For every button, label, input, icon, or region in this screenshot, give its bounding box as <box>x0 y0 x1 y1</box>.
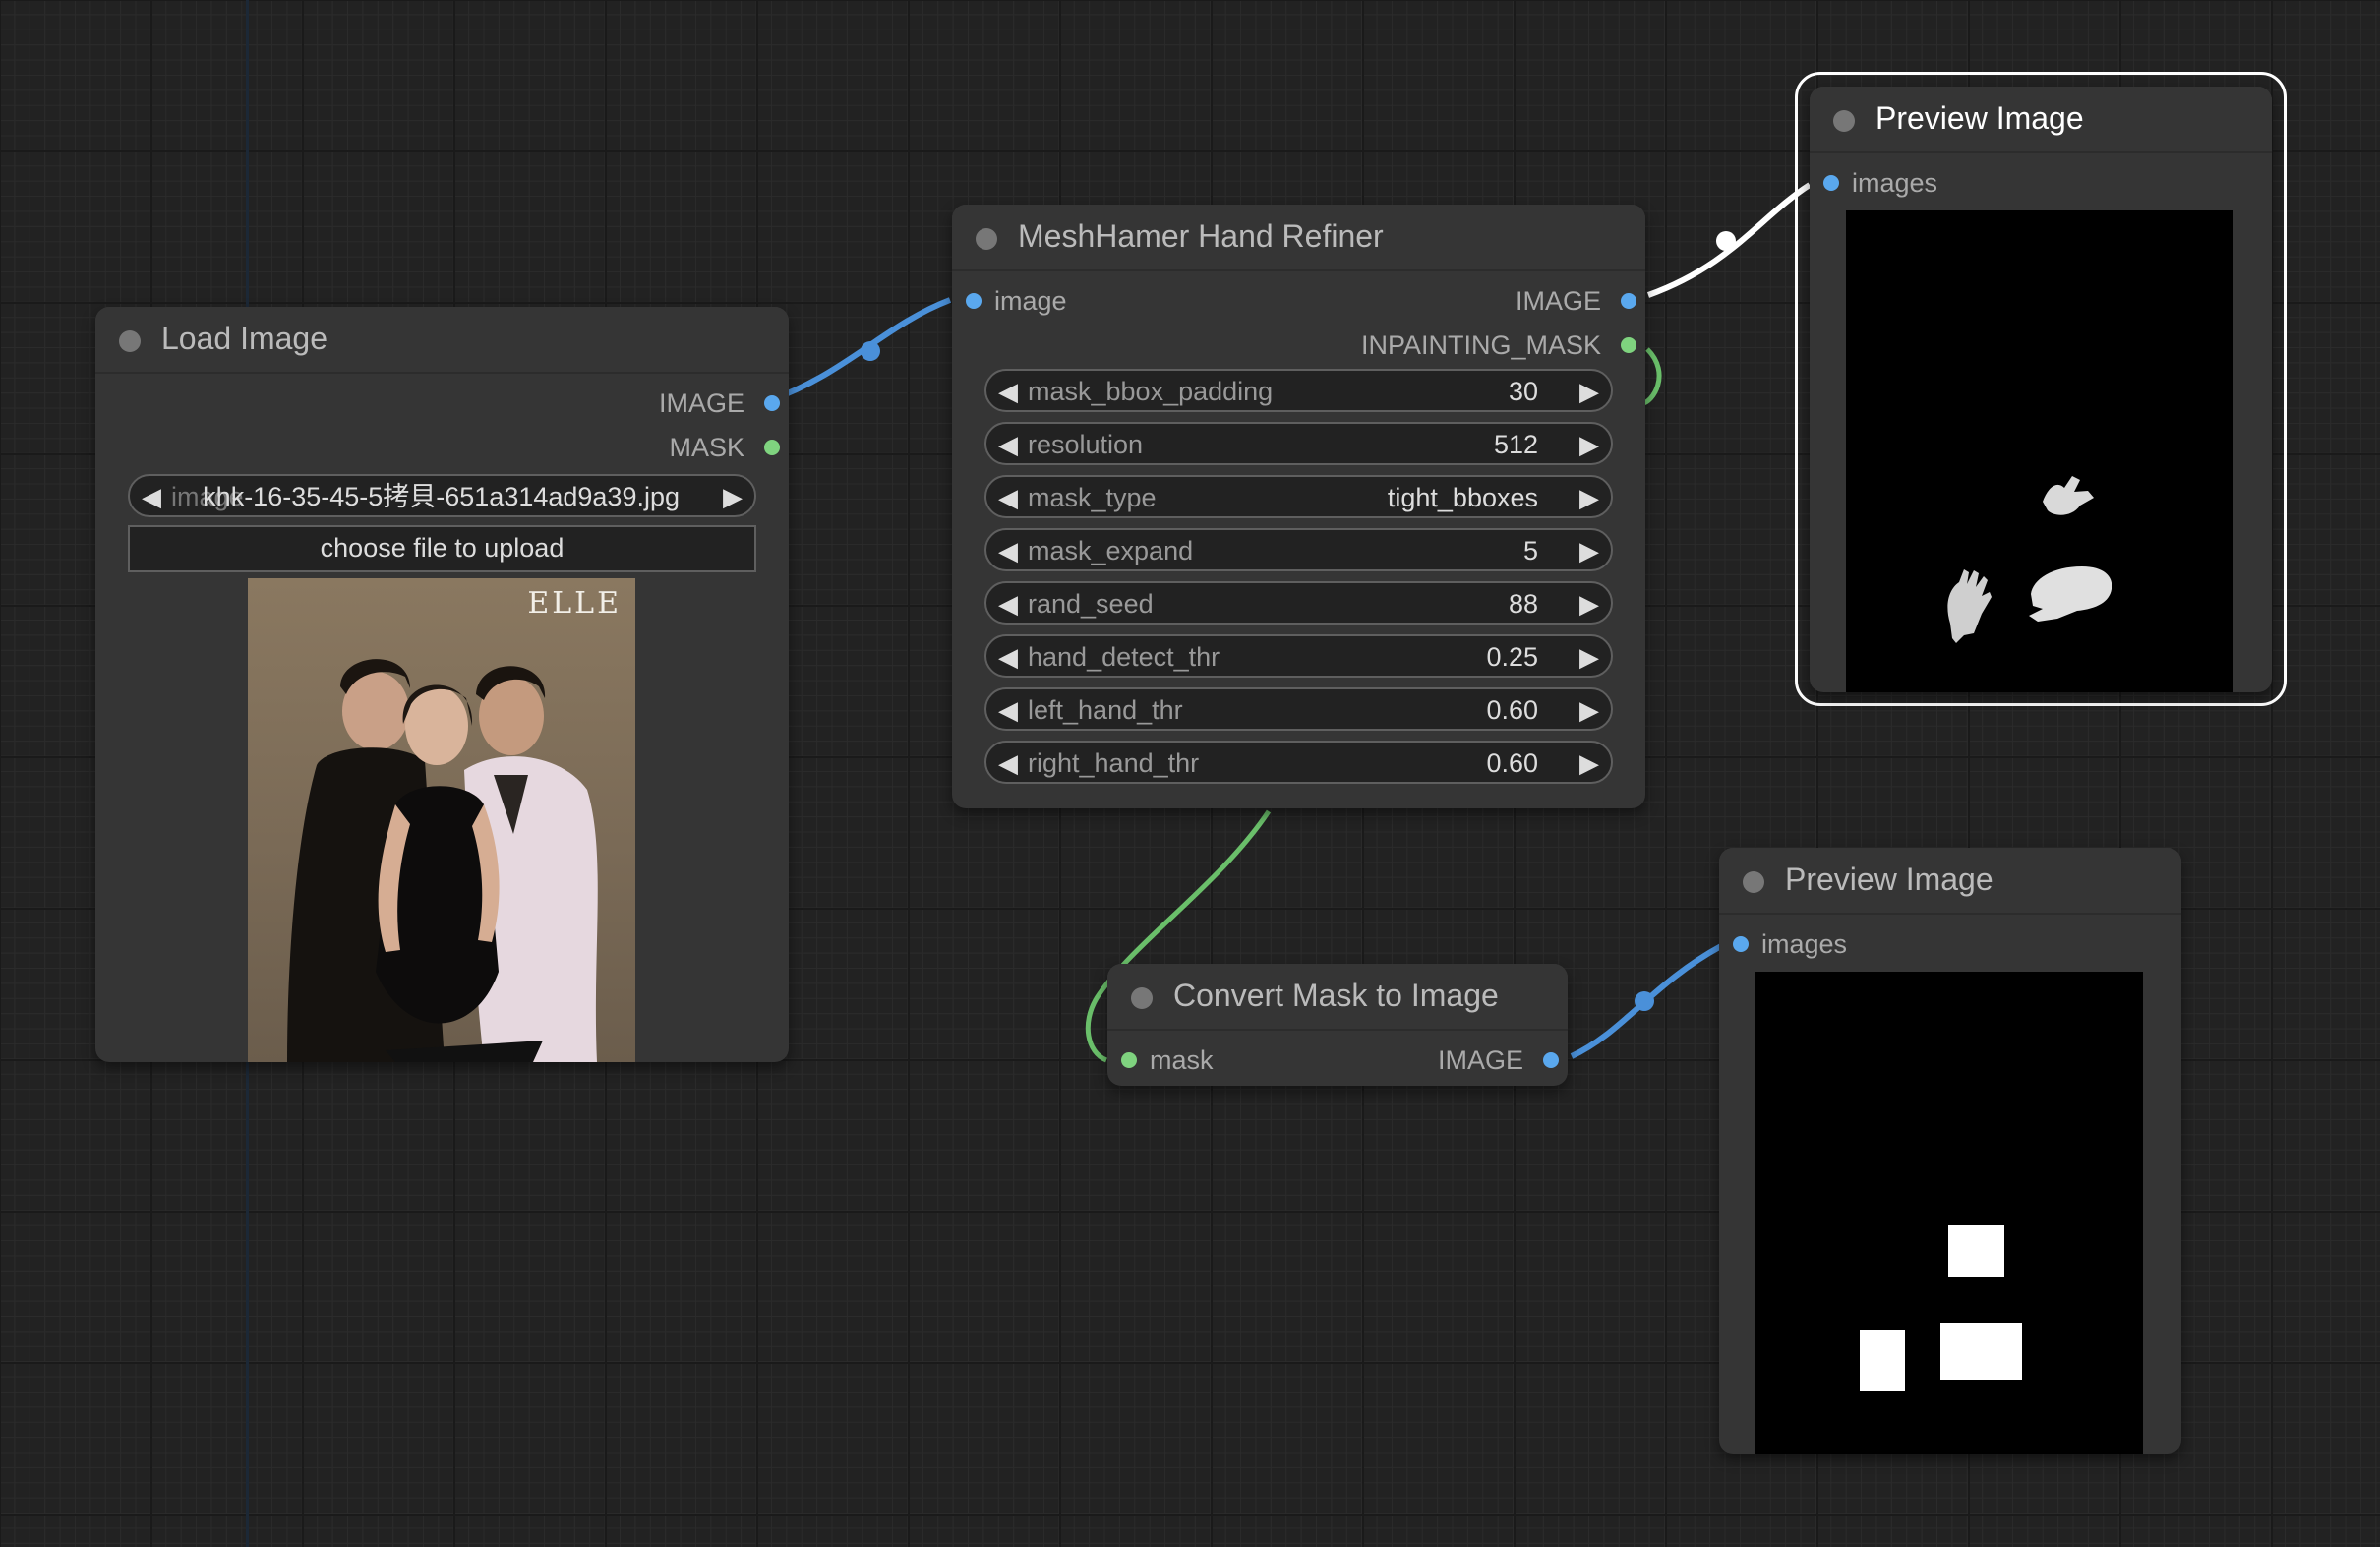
rendered-hands <box>1947 476 2112 643</box>
widget-name: mask_expand <box>1028 536 1194 565</box>
node-title-bar[interactable]: Preview Image <box>1719 848 2181 915</box>
node-title-bar[interactable]: Convert Mask to Image <box>1107 964 1568 1031</box>
output-slot-image[interactable] <box>1543 1052 1559 1068</box>
node-title: Convert Mask to Image <box>1173 978 1499 1013</box>
output-label-image: IMAGE <box>658 388 744 418</box>
collapse-dot[interactable] <box>119 330 141 352</box>
widget-right-hand-thr[interactable]: ◀ right_hand_thr 0.60 ▶ <box>984 741 1613 784</box>
widget-resolution[interactable]: ◀ resolution 512 ▶ <box>984 422 1613 465</box>
arrow-right-icon[interactable]: ▶ <box>1579 536 1599 565</box>
widget-value: 512 <box>1493 430 1538 459</box>
image-combo-widget[interactable]: ◀ image khk-16-35-45-5拷貝-651a314ad9a39.j… <box>128 474 756 517</box>
preview-image-node-bottom[interactable]: Preview Image images <box>1719 848 2181 1454</box>
node-title: MeshHamer Hand Refiner <box>1018 218 1384 254</box>
convert-mask-node[interactable]: Convert Mask to Image mask IMAGE <box>1107 964 1568 1086</box>
widget-left-hand-thr[interactable]: ◀ left_hand_thr 0.60 ▶ <box>984 687 1613 731</box>
input-label-images: images <box>1761 929 1848 959</box>
node-title: Load Image <box>161 321 328 356</box>
node-title-bar[interactable]: Load Image <box>95 307 789 374</box>
collapse-dot[interactable] <box>1743 871 1764 893</box>
widget-value: khk-16-35-45-5拷貝-651a314ad9a39.jpg <box>203 482 680 511</box>
node-title-bar[interactable]: Preview Image <box>1810 87 2272 153</box>
arrow-left-icon[interactable]: ◀ <box>998 483 1018 512</box>
arrow-right-icon[interactable]: ▶ <box>1579 748 1599 778</box>
widget-value: 0.60 <box>1486 748 1538 778</box>
mask-box <box>1948 1225 2004 1277</box>
upload-button[interactable]: choose file to upload <box>128 525 756 572</box>
widget-mask-expand[interactable]: ◀ mask_expand 5 ▶ <box>984 528 1613 571</box>
output-label-image: IMAGE <box>1437 1045 1523 1075</box>
widget-name: right_hand_thr <box>1028 748 1200 778</box>
output-label-image: IMAGE <box>1515 286 1601 316</box>
arrow-right-icon[interactable]: ▶ <box>1579 695 1599 725</box>
output-preview-mask <box>1755 972 2143 1454</box>
arrow-left-icon[interactable]: ◀ <box>998 695 1018 725</box>
node-title: Preview Image <box>1785 862 1993 897</box>
collapse-dot[interactable] <box>976 228 997 250</box>
arrow-right-icon[interactable]: ▶ <box>1579 430 1599 459</box>
arrow-left-icon[interactable]: ◀ <box>998 642 1018 672</box>
arrow-right-icon[interactable]: ▶ <box>1579 589 1599 619</box>
widget-name: mask_bbox_padding <box>1028 377 1274 406</box>
widget-mask-bbox-padding[interactable]: ◀ mask_bbox_padding 30 ▶ <box>984 369 1613 412</box>
output-preview-image <box>1846 210 2233 692</box>
input-slot-mask[interactable] <box>1121 1052 1137 1068</box>
widget-name: hand_detect_thr <box>1028 642 1220 672</box>
widget-value: 0.25 <box>1486 642 1538 672</box>
output-slot-mask[interactable] <box>764 440 780 455</box>
input-slot-images[interactable] <box>1823 175 1839 191</box>
input-slot-image[interactable] <box>966 293 982 309</box>
preview-image-node-top[interactable]: Preview Image images <box>1810 87 2272 692</box>
widget-value: 0.60 <box>1486 695 1538 725</box>
collapse-dot[interactable] <box>1833 110 1855 132</box>
arrow-right-icon[interactable]: ▶ <box>1579 483 1599 512</box>
output-slot-image[interactable] <box>764 395 780 411</box>
hand-refiner-node[interactable]: MeshHamer Hand Refiner image IMAGE INPAI… <box>952 205 1645 808</box>
widget-name: left_hand_thr <box>1028 695 1183 725</box>
widget-mask-type[interactable]: ◀ mask_type tight_bboxes ▶ <box>984 475 1613 518</box>
arrow-left-icon[interactable]: ◀ <box>998 536 1018 565</box>
arrow-right-icon[interactable]: ▶ <box>1579 377 1599 406</box>
widget-rand-seed[interactable]: ◀ rand_seed 88 ▶ <box>984 581 1613 625</box>
output-label-mask: MASK <box>669 433 744 462</box>
input-label-image: image <box>994 286 1067 316</box>
arrow-right-icon[interactable]: ▶ <box>723 482 743 511</box>
arrow-left-icon[interactable]: ◀ <box>998 589 1018 619</box>
output-slot-image[interactable] <box>1621 293 1636 309</box>
photo-figures <box>287 659 598 1062</box>
input-label-images: images <box>1852 168 1938 198</box>
widget-name: resolution <box>1028 430 1144 459</box>
arrow-right-icon[interactable]: ▶ <box>1579 642 1599 672</box>
input-label-mask: mask <box>1150 1045 1214 1075</box>
widget-value: 5 <box>1522 536 1538 565</box>
collapse-dot[interactable] <box>1131 987 1153 1009</box>
output-label-inpainting-mask: INPAINTING_MASK <box>1360 330 1601 360</box>
load-image-node[interactable]: Load Image IMAGE MASK ◀ image khk-16-35-… <box>95 307 789 1062</box>
node-title: Preview Image <box>1875 100 2084 136</box>
widget-name: rand_seed <box>1028 589 1154 619</box>
arrow-left-icon[interactable]: ◀ <box>142 482 161 511</box>
input-image-preview: ELLE <box>248 578 635 1062</box>
arrow-left-icon[interactable]: ◀ <box>998 748 1018 778</box>
link-midpoint[interactable] <box>861 341 880 361</box>
mask-box <box>1860 1330 1905 1391</box>
arrow-left-icon[interactable]: ◀ <box>998 430 1018 459</box>
link-load-to-refiner[interactable] <box>769 297 952 403</box>
widget-value: 88 <box>1508 589 1538 619</box>
input-slot-images[interactable] <box>1733 936 1749 952</box>
widget-value: 30 <box>1508 377 1538 406</box>
output-slot-inpainting-mask[interactable] <box>1621 337 1636 353</box>
link-midpoint[interactable] <box>1635 991 1654 1011</box>
mask-box <box>1940 1323 2022 1380</box>
widget-name: mask_type <box>1028 483 1157 512</box>
link-midpoint[interactable] <box>1716 231 1736 251</box>
widget-hand-detect-thr[interactable]: ◀ hand_detect_thr 0.25 ▶ <box>984 634 1613 678</box>
node-title-bar[interactable]: MeshHamer Hand Refiner <box>952 205 1645 271</box>
arrow-left-icon[interactable]: ◀ <box>998 377 1018 406</box>
widget-value: tight_bboxes <box>1387 483 1538 512</box>
